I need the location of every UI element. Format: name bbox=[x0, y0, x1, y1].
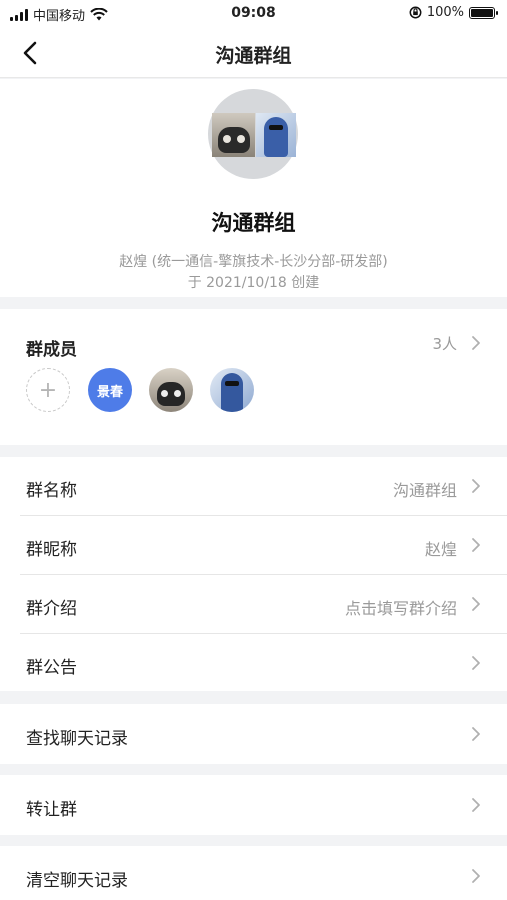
members-count: 3人 bbox=[432, 335, 457, 353]
row-label: 群介绍 bbox=[26, 599, 77, 619]
row-label: 清空聊天记录 bbox=[26, 871, 128, 891]
row-label: 转让群 bbox=[26, 800, 77, 820]
row-label: 查找聊天记录 bbox=[26, 729, 128, 749]
battery-percent: 100% bbox=[426, 5, 464, 20]
row-group-nickname[interactable]: 群昵称 赵煌 bbox=[0, 516, 507, 574]
row-label: 群公告 bbox=[26, 658, 77, 678]
group-created-date: 于 2021/10/18 创建 bbox=[187, 275, 320, 291]
group-creator: 赵煌 (统一通信-擎旗技术-长沙分部-研发部) bbox=[119, 254, 388, 270]
group-name: 沟通群组 bbox=[211, 211, 296, 235]
group-avatar-cat-photo bbox=[212, 113, 255, 157]
chevron-right-icon bbox=[472, 727, 480, 741]
row-group-intro[interactable]: 群介绍 点击填写群介绍 bbox=[0, 575, 507, 633]
settings-list: 群名称 沟通群组 群昵称 赵煌 群介绍 点击填写群介绍 群公告 bbox=[0, 457, 507, 691]
chevron-right-icon bbox=[472, 798, 480, 812]
status-right: 100% bbox=[409, 5, 498, 20]
add-member-button[interactable]: + bbox=[26, 368, 70, 412]
orientation-lock-icon bbox=[409, 6, 422, 19]
member-avatar-jingchun[interactable]: 景春 bbox=[88, 368, 132, 412]
row-group-announcement[interactable]: 群公告 bbox=[0, 634, 507, 692]
row-group-name[interactable]: 群名称 沟通群组 bbox=[0, 457, 507, 515]
chevron-right-icon bbox=[472, 336, 480, 350]
group-header: 沟通群组 赵煌 (统一通信-擎旗技术-长沙分部-研发部) 于 2021/10/1… bbox=[0, 79, 507, 297]
group-avatar[interactable] bbox=[208, 89, 298, 179]
members-section[interactable]: 群成员 3人 + 景春 bbox=[0, 309, 507, 445]
nav-bar: 沟通群组 bbox=[0, 28, 507, 78]
row-value: 沟通群组 bbox=[392, 481, 457, 500]
status-bar: 中国移动 09:08 100% bbox=[0, 0, 507, 28]
chevron-right-icon bbox=[472, 538, 480, 552]
row-value: 点击填写群介绍 bbox=[344, 599, 457, 618]
member-avatar-cat[interactable] bbox=[149, 368, 193, 412]
battery-icon bbox=[469, 6, 498, 19]
row-value: 赵煌 bbox=[424, 540, 457, 559]
group-avatar-person-photo bbox=[256, 113, 296, 157]
chevron-right-icon bbox=[472, 869, 480, 883]
chevron-right-icon bbox=[472, 656, 480, 670]
member-avatar-person[interactable] bbox=[210, 368, 254, 412]
chevron-right-icon bbox=[472, 597, 480, 611]
members-title: 群成员 bbox=[26, 340, 77, 360]
row-label: 群昵称 bbox=[26, 540, 77, 560]
transfer-group-button[interactable]: 转让群 bbox=[0, 775, 507, 835]
page-title: 沟通群组 bbox=[215, 45, 292, 67]
chevron-right-icon bbox=[472, 479, 480, 493]
row-label: 群名称 bbox=[26, 481, 77, 501]
search-chat-history-button[interactable]: 查找聊天记录 bbox=[0, 704, 507, 764]
clear-chat-history-button[interactable]: 清空聊天记录 bbox=[0, 846, 507, 900]
